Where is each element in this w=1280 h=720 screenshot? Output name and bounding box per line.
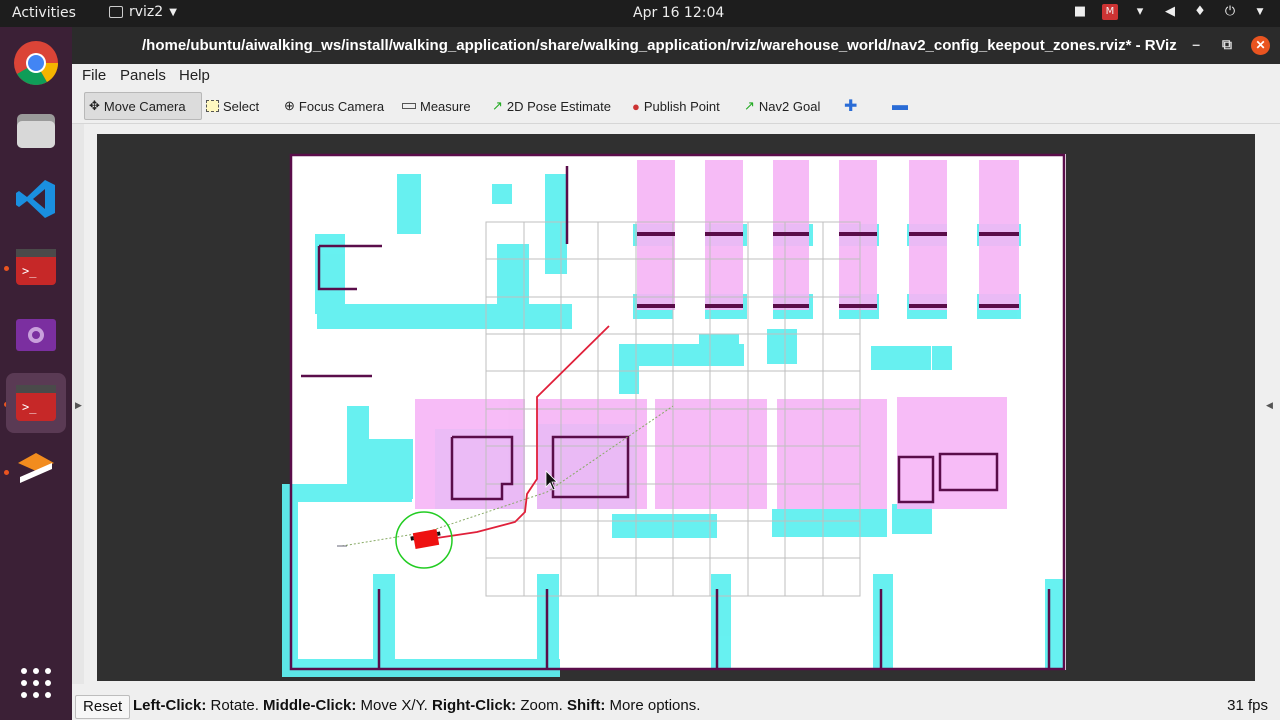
rviz-launcher[interactable]: [6, 441, 66, 501]
camera-icon[interactable]: ■: [1072, 4, 1088, 20]
menu-file[interactable]: File: [82, 67, 106, 84]
svg-text:>_: >_: [22, 400, 37, 414]
hint-shift-text: More options.: [605, 697, 701, 714]
volume-icon[interactable]: ◀: [1162, 4, 1178, 20]
measure-tool[interactable]: Measure: [398, 92, 475, 120]
chrome-launcher[interactable]: [6, 33, 66, 93]
expand-left-icon: ▶: [75, 400, 82, 410]
add-tool-button[interactable]: ✚: [840, 92, 861, 120]
restore-button[interactable]: ⧉: [1222, 36, 1232, 53]
rviz-window: /home/ubuntu/aiwalking_ws/install/walkin…: [72, 27, 1280, 720]
reset-button[interactable]: Reset: [75, 695, 131, 719]
chevron-down-icon[interactable]: ▼: [1252, 4, 1268, 20]
activities-button[interactable]: Activities: [12, 5, 76, 21]
pose-arrow-icon: ↗: [492, 98, 503, 113]
wifi-icon[interactable]: ▾: [1132, 4, 1148, 20]
clock[interactable]: Apr 16 12:04: [633, 5, 724, 21]
window-title: /home/ubuntu/aiwalking_ws/install/walkin…: [142, 37, 1177, 54]
menu-bar: File Panels Help: [72, 64, 1280, 88]
select-label: Select: [223, 98, 260, 114]
hint-middle-key: Middle-Click:: [263, 697, 357, 714]
select-icon: [206, 100, 219, 112]
system-tray[interactable]: ■ M ▾ ◀ ♦ ⏻ ▼: [1072, 4, 1268, 20]
vscode-icon: [16, 180, 55, 218]
minimize-button[interactable]: –: [1192, 36, 1200, 52]
top-bar: Activities rviz2 ▼ Apr 16 12:04 ■ M ▾ ◀ …: [0, 0, 1280, 27]
terminal-launcher-active[interactable]: >_: [6, 373, 66, 433]
rviz-icon: [18, 453, 54, 483]
hint-shift-key: Shift:: [567, 697, 606, 714]
video-icon: [16, 319, 56, 351]
hint-middle-text: Move X/Y.: [356, 697, 432, 714]
video-launcher[interactable]: [6, 305, 66, 365]
svg-text:>_: >_: [22, 264, 37, 278]
microphone-icon[interactable]: ♦: [1192, 4, 1208, 20]
hint-left-key: Left-Click:: [133, 697, 207, 714]
chevron-down-icon: ▼: [169, 6, 177, 18]
status-hint: Left-Click: Rotate. Middle-Click: Move X…: [133, 697, 700, 714]
title-bar: /home/ubuntu/aiwalking_ws/install/walkin…: [72, 27, 1280, 64]
menu-help[interactable]: Help: [179, 67, 210, 84]
publish-point-label: Publish Point: [643, 98, 720, 114]
nav2-goal-tool[interactable]: ↗ Nav2 Goal: [740, 92, 824, 120]
move-camera-icon: ✥: [89, 98, 100, 113]
publish-point-tool[interactable]: ● Publish Point: [628, 92, 724, 120]
terminal-icon: >_: [16, 249, 56, 285]
fps-readout: 31 fps: [1227, 697, 1268, 714]
app-menu[interactable]: rviz2 ▼: [109, 4, 177, 20]
plus-icon: ✚: [844, 98, 858, 115]
focus-camera-label: Focus Camera: [298, 98, 385, 114]
expand-right-icon: ◀: [1266, 400, 1273, 410]
focus-camera-icon: ⊕: [284, 98, 295, 113]
recording-icon[interactable]: M: [1102, 4, 1118, 20]
goal-arrow-icon: ↗: [744, 98, 755, 113]
terminal-icon: >_: [16, 385, 56, 421]
hint-right-text: Zoom.: [516, 697, 568, 714]
chrome-icon: [14, 41, 58, 85]
left-panel-collapsed[interactable]: ▶: [72, 124, 84, 684]
ruler-icon: [402, 103, 416, 109]
map-view[interactable]: [97, 134, 1255, 681]
move-camera-label: Move Camera: [103, 98, 186, 114]
remove-tool-button[interactable]: ▬: [888, 92, 912, 120]
measure-label: Measure: [420, 98, 471, 114]
close-button[interactable]: ✕: [1251, 36, 1270, 55]
minus-icon: ▬: [892, 97, 908, 114]
right-panel-collapsed[interactable]: ◀: [1258, 124, 1280, 684]
terminal-launcher[interactable]: >_: [6, 237, 66, 297]
move-camera-tool[interactable]: ✥ Move Camera: [84, 92, 202, 120]
nav2-goal-label: Nav2 Goal: [758, 98, 821, 114]
focus-camera-tool[interactable]: ⊕ Focus Camera: [280, 92, 388, 120]
files-icon: [17, 114, 55, 148]
pose-estimate-tool[interactable]: ↗ 2D Pose Estimate: [488, 92, 615, 120]
status-bar: Reset Left-Click: Rotate. Middle-Click: …: [72, 693, 1280, 720]
hint-left-text: Rotate.: [206, 697, 264, 714]
map-pin-icon: ●: [632, 98, 640, 114]
render-viewport[interactable]: [97, 134, 1255, 681]
vscode-launcher[interactable]: [6, 169, 66, 229]
menu-panels[interactable]: Panels: [120, 67, 166, 84]
power-icon[interactable]: ⏻: [1222, 4, 1238, 20]
pose-estimate-label: 2D Pose Estimate: [506, 98, 611, 114]
show-applications-button[interactable]: [6, 653, 66, 713]
hint-right-key: Right-Click:: [431, 697, 517, 714]
app-grid-icon: [21, 668, 51, 698]
app-icon: [109, 6, 123, 18]
app-menu-label: rviz2: [129, 4, 164, 20]
dock: >_ >_: [0, 27, 72, 720]
select-tool[interactable]: Select: [202, 92, 263, 120]
tool-bar: ✥ Move Camera Select ⊕ Focus Camera Meas…: [72, 88, 1280, 124]
files-launcher[interactable]: [6, 101, 66, 161]
